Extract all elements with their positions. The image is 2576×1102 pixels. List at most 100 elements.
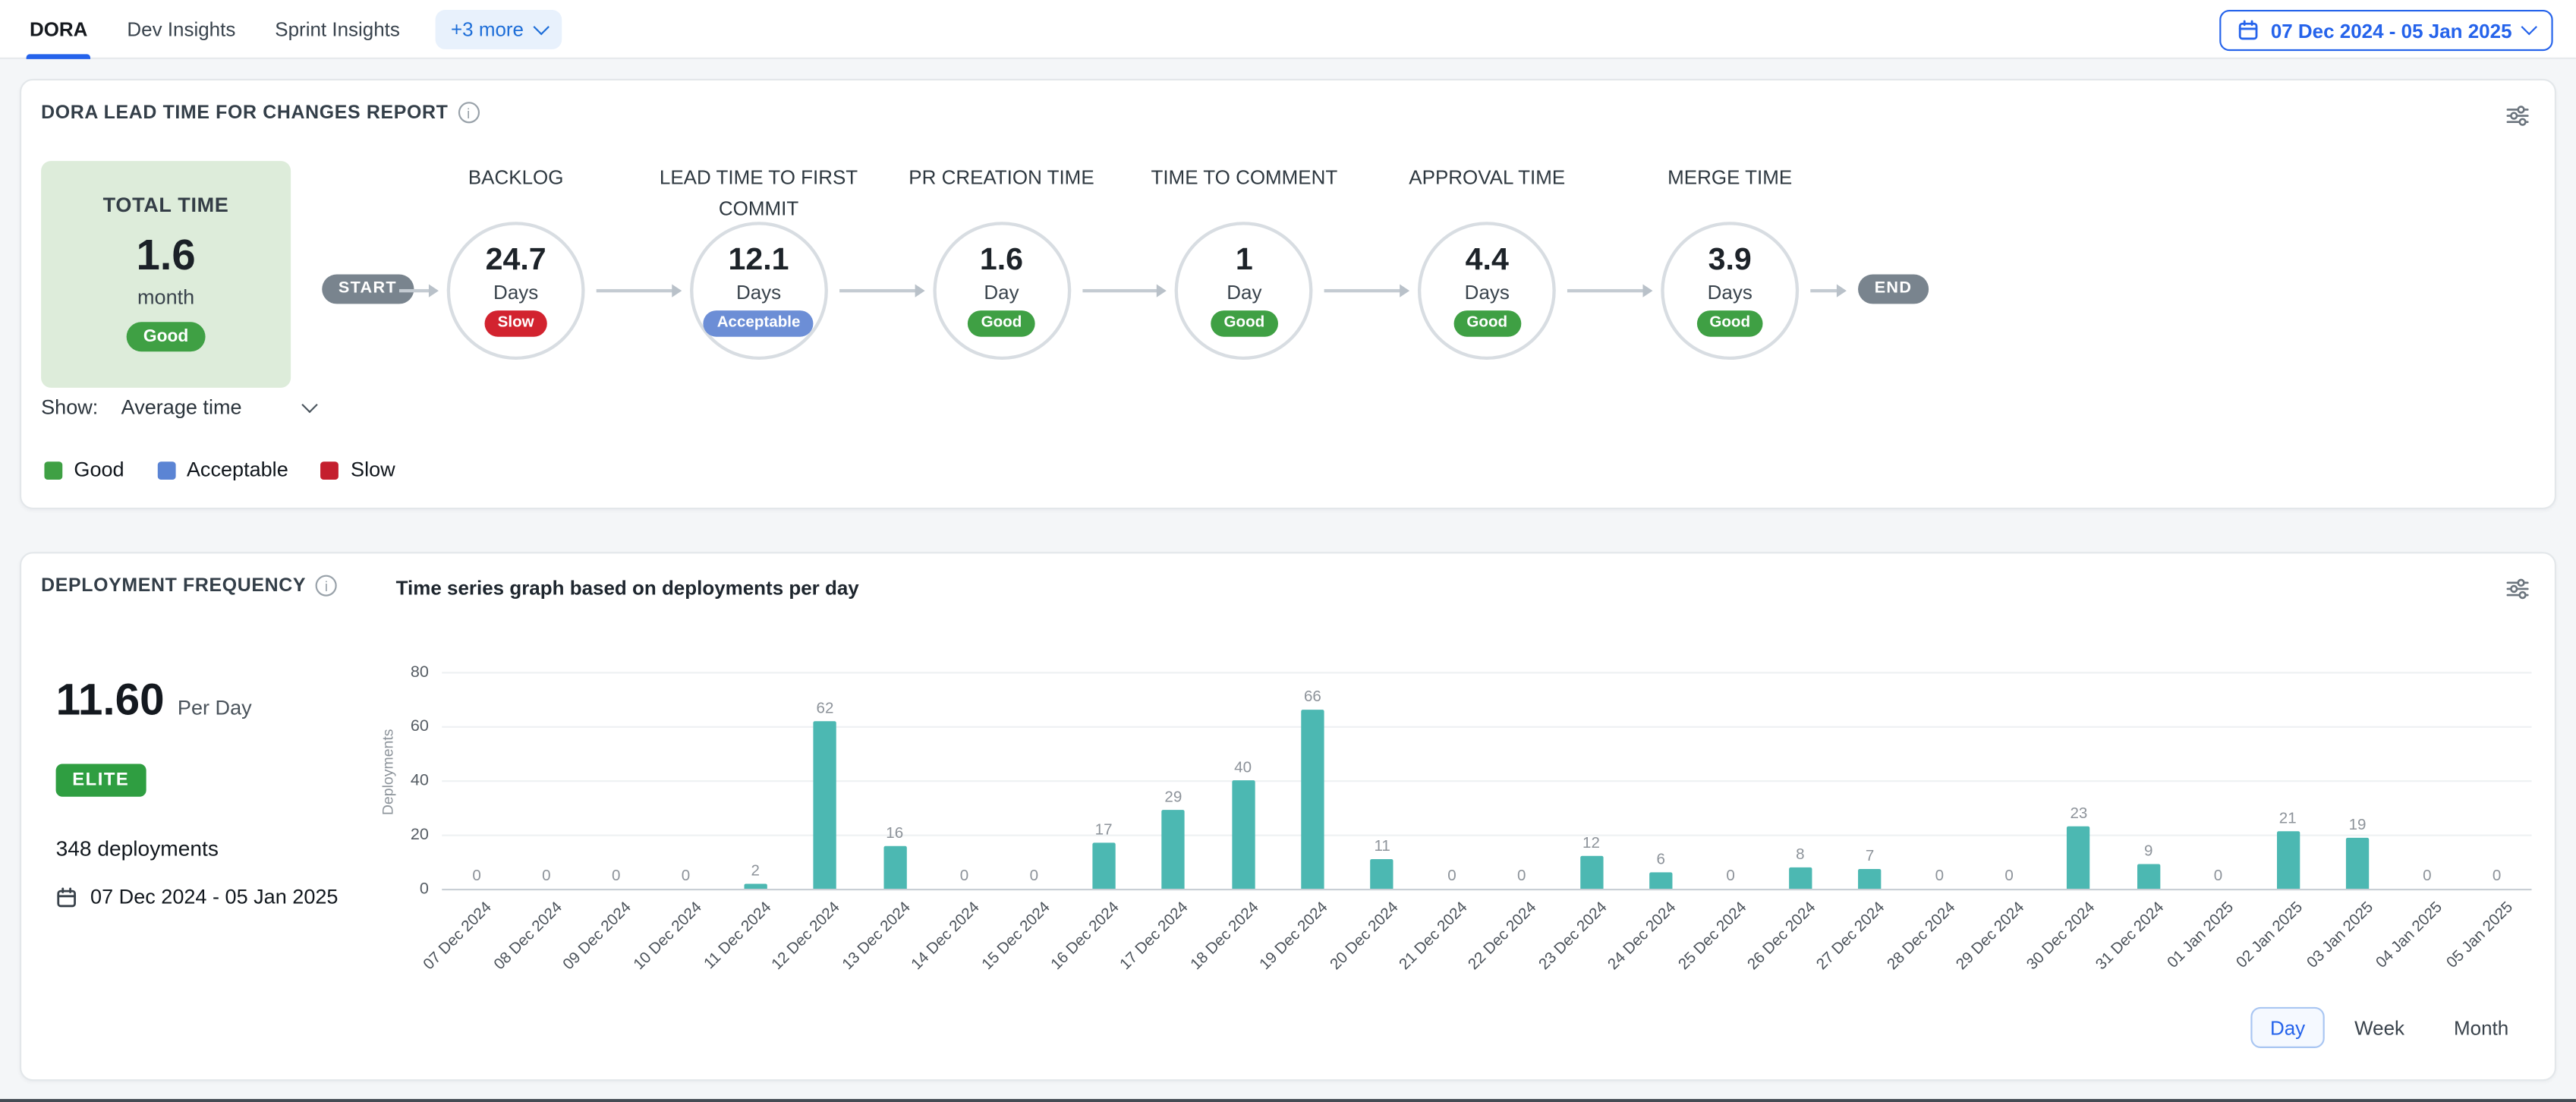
x-axis-label: 17 Dec 2024 [1117,899,1192,974]
bar-value-label: 16 [861,824,927,842]
stage-status-badge: Slow [484,310,547,336]
legend: GoodAcceptableSlow [44,458,395,481]
x-axis-label: 10 Dec 2024 [630,899,705,974]
bar-value-label: 0 [2185,867,2251,886]
x-axis-label: 30 Dec 2024 [2023,899,2098,974]
gridline [442,726,2531,728]
x-axis-label: 22 Dec 2024 [1466,899,1541,974]
granularity-month[interactable]: Month [2434,1007,2528,1048]
stage-value: 3.9 [1708,245,1752,279]
deployment-bar [1231,780,1254,889]
info-icon[interactable] [316,575,337,597]
more-tabs-label: +3 more [451,18,524,41]
show-label: Show: [41,396,98,419]
bar-value-label: 0 [1907,867,1973,886]
deployment-date-range: 07 Dec 2024 - 05 Jan 2025 [56,886,339,908]
chart-x-labels: 07 Dec 202408 Dec 202409 Dec 202410 Dec … [442,899,2531,1014]
flow-arrow-icon [1567,289,1649,291]
bar-value-label: 23 [2046,805,2112,823]
granularity-toggle: DayWeekMonth [2250,1007,2528,1048]
stage-circle-pr-creation-time: 1.6Day Good [933,222,1071,360]
deployment-rate-unit: Per Day [178,697,252,719]
x-axis-label: 16 Dec 2024 [1047,899,1123,974]
flow-arrow-icon [1082,289,1164,291]
calendar-icon [56,886,77,908]
bar-value-label: 9 [2115,843,2181,861]
tab-dora[interactable]: DORA [30,0,88,59]
legend-swatch [321,461,339,479]
bar-value-label: 0 [1698,867,1764,886]
stage-circle-approval-time: 4.4Days Good [1418,222,1556,360]
x-axis-label: 31 Dec 2024 [2093,899,2168,974]
stage-unit: Day [984,281,1019,304]
show-selector-row: Show: Average time [41,396,316,419]
x-axis-label: 28 Dec 2024 [1884,899,1959,974]
deployment-bar [1858,870,1881,889]
stage-name-backlog: BACKLOG [392,162,639,193]
stage-status-badge: Good [1211,310,1277,336]
y-tick-label: 80 [383,663,429,682]
x-axis-label: 20 Dec 2024 [1326,899,1401,974]
show-dropdown[interactable]: Average time [121,396,316,419]
bar-value-label: 62 [792,699,858,717]
deployment-bar [2346,837,2369,889]
x-axis-label: 03 Jan 2025 [2304,899,2377,972]
y-tick-label: 60 [383,718,429,736]
stage-circle-backlog: 24.7DaysSlow [447,222,585,360]
deployment-card-title: DEPLOYMENT FREQUENCY [41,575,337,597]
bar-value-label: 6 [1628,851,1694,869]
x-axis-label: 27 Dec 2024 [1814,899,1889,974]
stage-unit: Days [1465,281,1510,304]
flow-arrow-icon [839,289,921,291]
legend-item-good: Good [44,458,124,481]
bar-value-label: 0 [2395,867,2461,886]
stage-status-badge: Good [968,310,1034,336]
bar-value-label: 0 [1976,867,2042,886]
x-axis-label: 26 Dec 2024 [1744,899,1819,974]
granularity-week[interactable]: Week [2335,1007,2424,1048]
more-tabs-button[interactable]: +3 more [436,10,562,49]
dora-dashboard: DORADev InsightsSprint Insights +3 more … [0,0,2576,1102]
bar-value-label: 0 [653,867,719,886]
deployment-bar [1092,842,1115,889]
x-axis-label: 08 Dec 2024 [490,899,565,974]
bar-value-label: 11 [1349,838,1416,856]
lead-time-flow: STARTENDBACKLOG24.7DaysSlowLEAD TIME TO … [21,80,2555,508]
x-axis-label: 18 Dec 2024 [1187,899,1262,974]
tab-list: DORA Dev Insights Sprint Insights [30,0,400,59]
x-axis-label: 11 Dec 2024 [701,899,775,973]
granularity-day[interactable]: Day [2250,1007,2325,1048]
flow-arrow-icon [399,289,436,291]
stage-value: 1 [1236,245,1253,279]
tab-bar: DORA Dev Insights Sprint Insights +3 more [30,0,562,59]
deployment-bar [1371,859,1393,889]
y-tick-label: 40 [383,772,429,790]
bar-value-label: 0 [583,867,649,886]
stage-name-merge-time: MERGE TIME [1607,162,1853,193]
bar-value-label: 0 [444,867,510,886]
x-axis-label: 07 Dec 2024 [420,899,496,974]
deployment-chart: 0204060800000262160017294066110012608700… [442,662,2531,1015]
settings-sliders-icon[interactable] [2502,573,2532,603]
x-axis-label: 24 Dec 2024 [1605,899,1680,974]
stage-value: 12.1 [729,245,789,279]
calendar-icon [2238,20,2260,41]
bar-value-label: 0 [1419,867,1485,886]
stage-value: 1.6 [980,245,1023,279]
flow-arrow-icon [1810,289,1843,291]
deployment-bar [2276,832,2299,889]
stage-unit: Days [736,281,781,304]
flow-arrow-icon [597,289,679,291]
date-range-picker[interactable]: 07 Dec 2024 - 05 Jan 2025 [2220,10,2553,51]
deployment-date-range-label: 07 Dec 2024 - 05 Jan 2025 [90,886,338,908]
tab-sprint-insights[interactable]: Sprint Insights [275,0,400,59]
y-tick-label: 0 [383,880,429,899]
window-bottom-edge [0,1098,2576,1102]
stage-value: 4.4 [1466,245,1509,279]
deployment-bar [1649,873,1672,889]
x-axis-label: 15 Dec 2024 [978,899,1053,974]
tab-dev-insights[interactable]: Dev Insights [127,0,235,59]
chevron-down-icon [533,18,549,34]
x-axis-label: 25 Dec 2024 [1674,899,1749,974]
stage-status-badge: Good [1453,310,1520,336]
